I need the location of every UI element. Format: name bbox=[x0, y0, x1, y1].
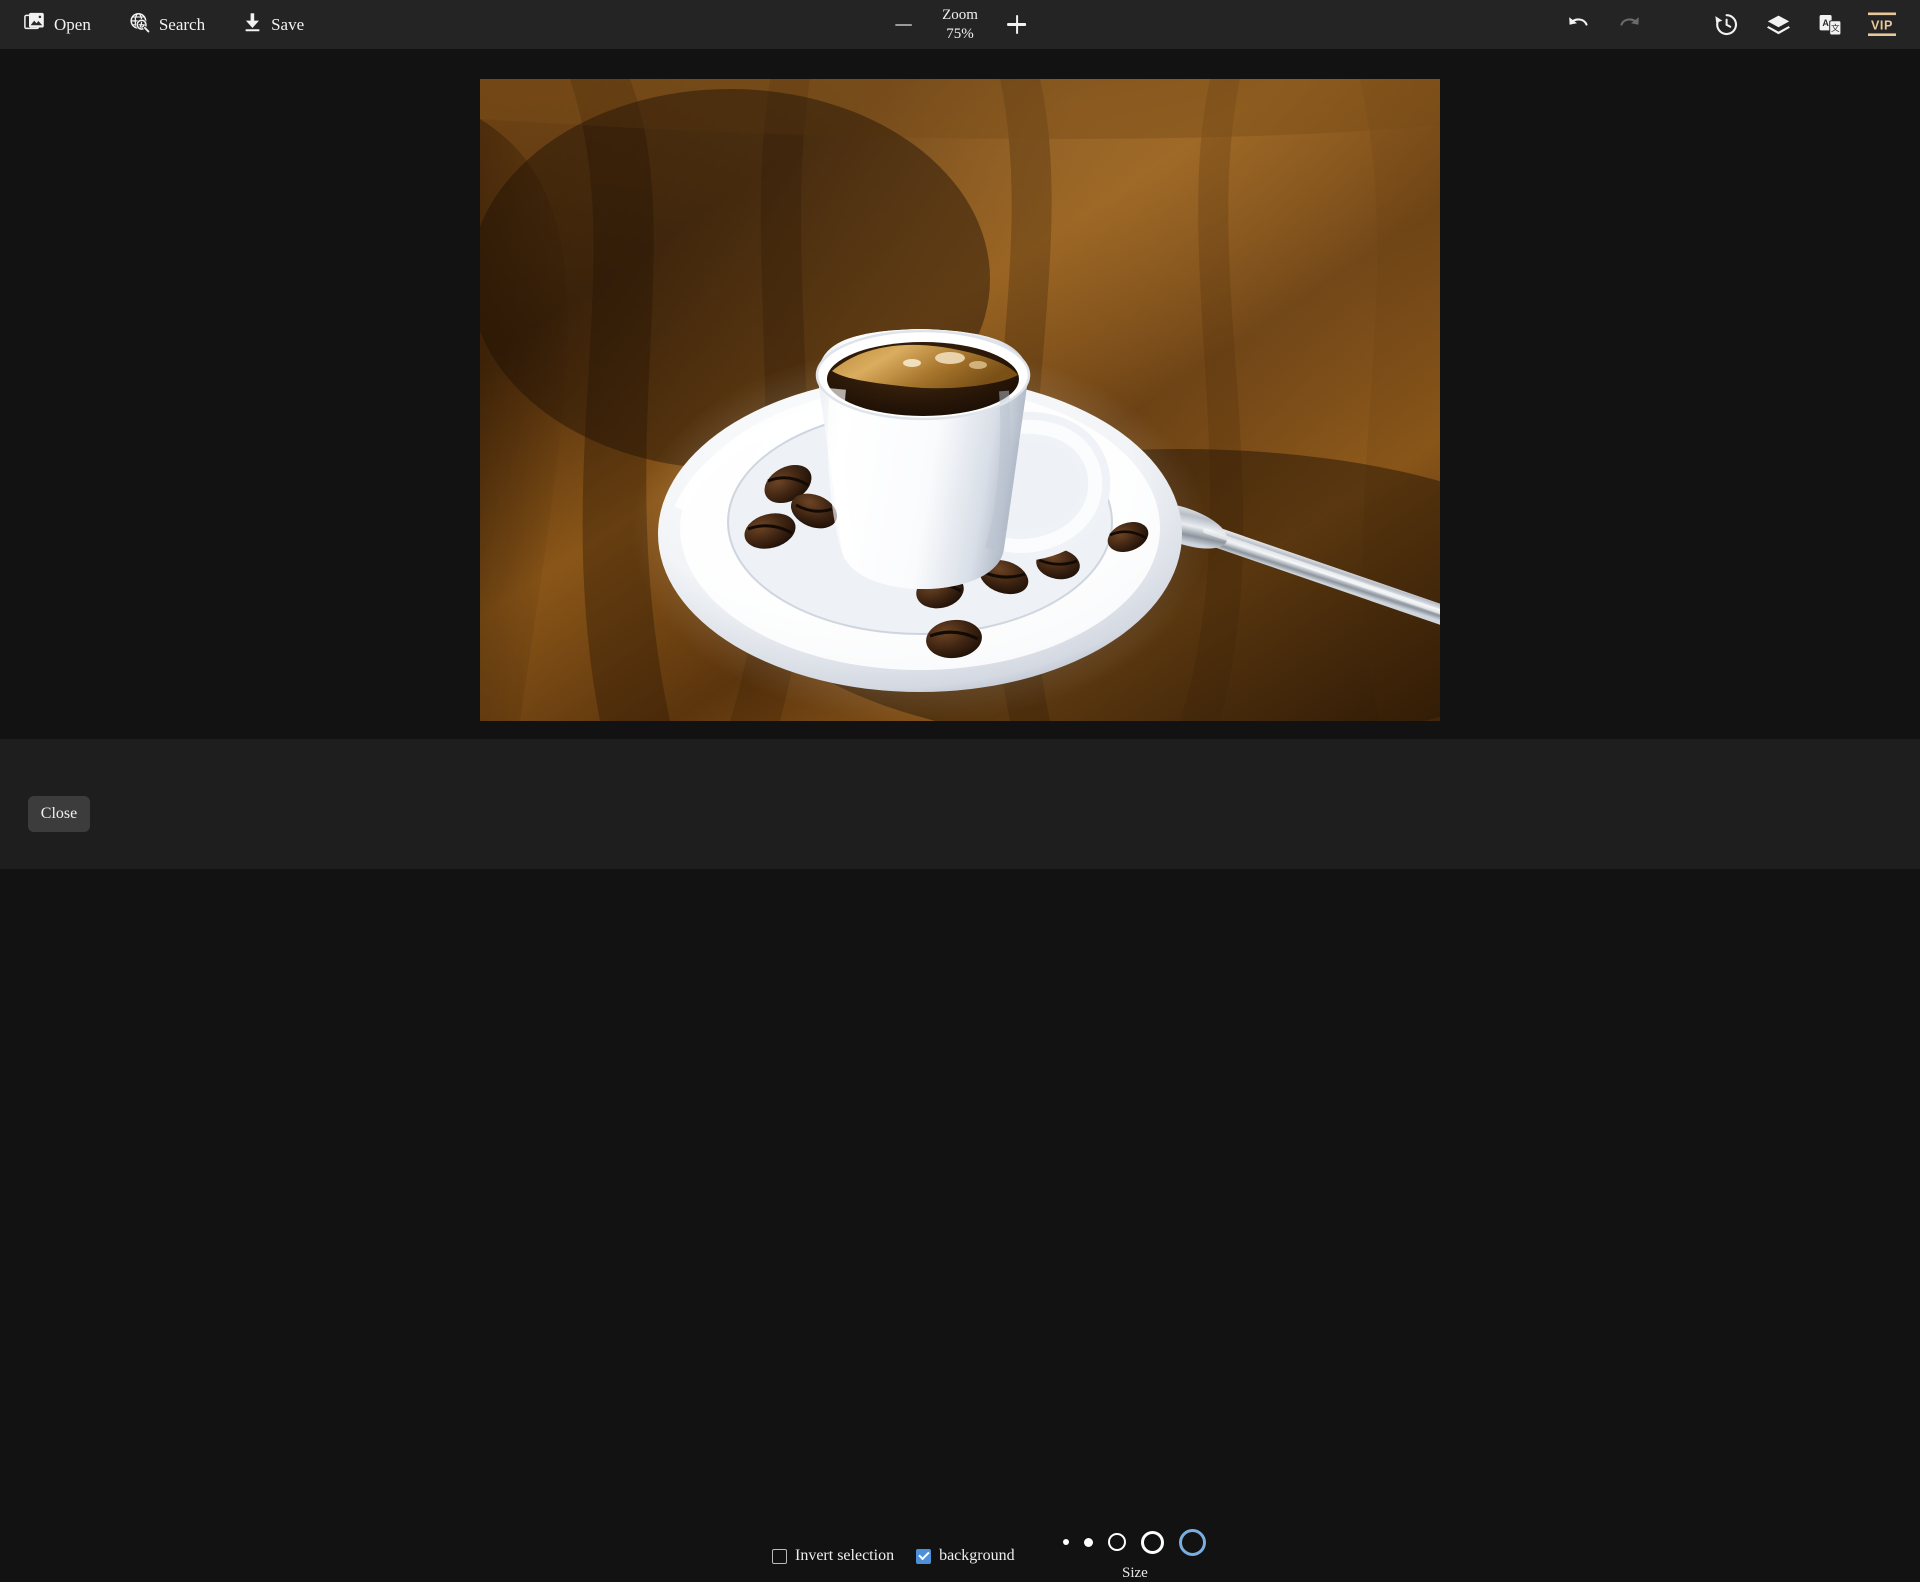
image-stack-icon bbox=[24, 12, 45, 37]
vip-badge[interactable]: VIP bbox=[1862, 5, 1902, 45]
coffee-photo[interactable] bbox=[480, 79, 1440, 721]
zoom-out-button[interactable] bbox=[890, 12, 916, 38]
history-icon[interactable] bbox=[1706, 5, 1746, 45]
background-checkbox[interactable] bbox=[916, 1548, 932, 1564]
save-button[interactable]: Save bbox=[243, 0, 304, 49]
toolbar-right-group: A 文 VIP bbox=[1558, 0, 1902, 49]
zoom-readout: Zoom 75% bbox=[942, 6, 978, 44]
selection-options: Invert selection background bbox=[772, 1547, 1015, 1565]
svg-text:A: A bbox=[1822, 18, 1829, 28]
open-label: Open bbox=[54, 15, 91, 34]
top-toolbar: Open Search Save Zoom 75% A 文 VIP bbox=[0, 0, 1920, 49]
close-button[interactable]: Close bbox=[28, 796, 90, 832]
zoom-in-button[interactable] bbox=[1004, 12, 1030, 38]
size-option-5-selected[interactable] bbox=[1179, 1528, 1206, 1556]
size-option-1[interactable] bbox=[1063, 1539, 1069, 1545]
invert-selection-option[interactable]: Invert selection bbox=[772, 1547, 894, 1565]
invert-selection-checkbox[interactable] bbox=[772, 1548, 787, 1564]
zoom-control-group: Zoom 75% bbox=[890, 0, 1030, 49]
search-label: Search bbox=[158, 15, 206, 34]
undo-icon[interactable] bbox=[1558, 5, 1598, 45]
size-option-4[interactable] bbox=[1141, 1530, 1164, 1554]
toolbar-left-group: Open Search Save bbox=[0, 0, 304, 49]
open-button[interactable]: Open bbox=[24, 0, 91, 49]
invert-selection-label: Invert selection bbox=[795, 1547, 895, 1564]
zoom-value: 75% bbox=[946, 25, 974, 42]
zoom-title: Zoom bbox=[942, 6, 978, 23]
brush-size-selector bbox=[1063, 1527, 1206, 1557]
svg-text:VIP: VIP bbox=[1871, 18, 1893, 32]
redo-icon[interactable] bbox=[1610, 5, 1650, 45]
size-option-3[interactable] bbox=[1108, 1533, 1126, 1551]
background-option[interactable]: background bbox=[916, 1547, 1015, 1565]
translate-icon[interactable]: A 文 bbox=[1810, 5, 1850, 45]
background-label: background bbox=[939, 1547, 1015, 1564]
search-button[interactable]: Search bbox=[129, 0, 205, 49]
bottom-toolbar: Close Invert selection background Size bbox=[0, 739, 1920, 1581]
svg-text:文: 文 bbox=[1830, 22, 1839, 34]
layers-icon[interactable] bbox=[1758, 5, 1798, 45]
size-label: Size bbox=[1122, 1565, 1148, 1581]
globe-search-icon bbox=[129, 12, 150, 38]
image-canvas[interactable] bbox=[0, 49, 1920, 739]
save-label: Save bbox=[271, 15, 305, 34]
size-option-2[interactable] bbox=[1084, 1537, 1093, 1547]
download-icon bbox=[243, 12, 262, 37]
